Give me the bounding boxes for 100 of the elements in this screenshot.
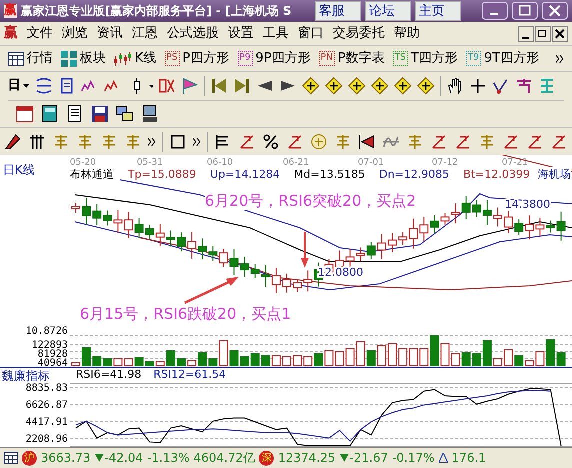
more-icon[interactable] [556,54,564,62]
price-label: 14.3800 [505,198,550,211]
menu-item[interactable]: 设置 [228,24,254,44]
last-icon[interactable] [233,77,251,95]
header-link[interactable]: 论坛 [365,1,411,21]
header-link[interactable]: 客服 [315,1,361,21]
volume-bar [72,362,80,366]
minimize-button[interactable] [482,2,508,20]
window-title: 赢家江恩专业版[赢家内部服务平台] - [上海机场 S [21,3,293,20]
pen-icon[interactable] [4,132,22,150]
tick-lines-icon[interactable] [76,132,94,150]
save-icon[interactable] [91,105,109,123]
header-link[interactable]: 主页 [415,1,461,21]
table-icon [8,52,24,66]
date-label: 05-31 [137,158,164,168]
calendar-icon[interactable] [16,105,34,123]
arrow [301,232,309,268]
axis-label: 4417.91 [26,417,68,428]
chart-icon[interactable] [35,77,53,95]
zoom-diamond-icon[interactable] [394,77,412,95]
quick-button[interactable]: K线 [114,48,157,68]
period-dropdown[interactable]: 日 [8,76,30,96]
quick-button[interactable]: PS P四方形 [164,48,230,68]
vertical-diamond-icon[interactable] [417,77,435,95]
menu-item[interactable]: 帮助 [394,24,420,44]
index-percent: -1.13% [147,450,190,467]
quick-button[interactable]: PN P数字表 [318,48,385,68]
first-icon[interactable] [210,77,228,95]
volume-bar [409,348,418,366]
coin-icon[interactable] [310,132,328,150]
more-icon[interactable] [148,138,156,146]
indicator-value: Up=14.1284 [210,167,280,183]
volume-bar [261,356,270,366]
volume-bar [324,350,334,366]
arrow [184,277,239,304]
volume-bar [377,346,386,366]
menu-item[interactable]: 江恩 [132,24,158,44]
volume-bar [335,352,344,366]
more-icon[interactable] [193,138,201,146]
volume-bar [314,354,324,366]
volume-bar [293,356,302,366]
date-label: 06-21 [283,158,310,168]
tag-icon: PN [318,51,335,66]
volume-bar [250,354,260,366]
index-value: 3663.73 [41,450,91,467]
flag-icon[interactable] [181,77,199,95]
left-diamond-icon[interactable] [302,77,320,95]
shrink-diamond-icon[interactable] [371,77,389,95]
volume-bar [304,356,313,366]
line-tool-icon[interactable] [492,77,510,95]
maximize-button[interactable] [512,2,538,20]
index-change: -21.67 [350,450,388,467]
quick-button[interactable]: P9 9P四方形 [238,48,311,68]
volume-bar [272,356,281,366]
expand-diamond-icon[interactable] [348,77,366,95]
turnover: 4604.72亿 [194,450,256,467]
percent-icon[interactable] [262,132,280,150]
menu-item[interactable]: 资讯 [97,24,123,44]
candles-icon [114,50,132,66]
up-icon [438,453,448,463]
indicator-value: Bt=12.0399 [464,167,530,183]
index-value: 176.1 [452,450,486,467]
menu-item[interactable]: 文件 [27,24,53,44]
volume-bar [398,348,408,366]
close-button[interactable] [542,2,568,20]
computer-icon[interactable] [141,105,159,123]
quick-button[interactable]: 行情 [8,48,53,68]
crosshair-icon[interactable] [469,77,487,95]
index-value: 12374.25 [278,450,336,467]
calculator-icon[interactable] [4,452,18,464]
menu-item[interactable]: 工具 [263,24,289,44]
down-icon [94,454,104,462]
axis-label: 2208.96 [26,434,68,445]
network-icon[interactable] [116,105,134,123]
rsi-value: RSI6=41.98 [76,367,142,384]
mdi-controls-icon[interactable] [518,26,568,42]
right-diamond-icon[interactable] [325,77,343,95]
hand-icon[interactable] [446,77,464,95]
menu-item[interactable]: 交易委托 [333,24,385,44]
menu-item[interactable]: 窗口 [298,24,324,44]
market-badge: 沪 [22,450,37,466]
quick-button[interactable]: T9 9T四方形 [466,48,540,68]
date-label: 07-12 [432,158,458,168]
document-icon[interactable] [66,105,84,123]
tag-icon: PS [164,51,180,66]
frame-icon[interactable] [169,132,187,150]
quick-button[interactable]: TS T四方形 [392,48,458,68]
menu-item[interactable]: 浏览 [62,24,88,44]
app-logo: 赢 [4,4,17,18]
quick-button[interactable]: 板块 [61,48,106,68]
tick-lines-icon[interactable] [52,132,70,150]
axis-label: 81928 [38,350,68,359]
index-change: -42.04 [104,450,144,467]
tag-icon: P9 [238,51,253,66]
grid-icon[interactable] [28,132,46,150]
menu-item[interactable]: 公式选股 [167,24,219,44]
caret-icon [23,84,30,88]
calculator-icon[interactable] [41,105,59,123]
volume-bar [494,358,502,366]
volume-bar [346,348,355,366]
